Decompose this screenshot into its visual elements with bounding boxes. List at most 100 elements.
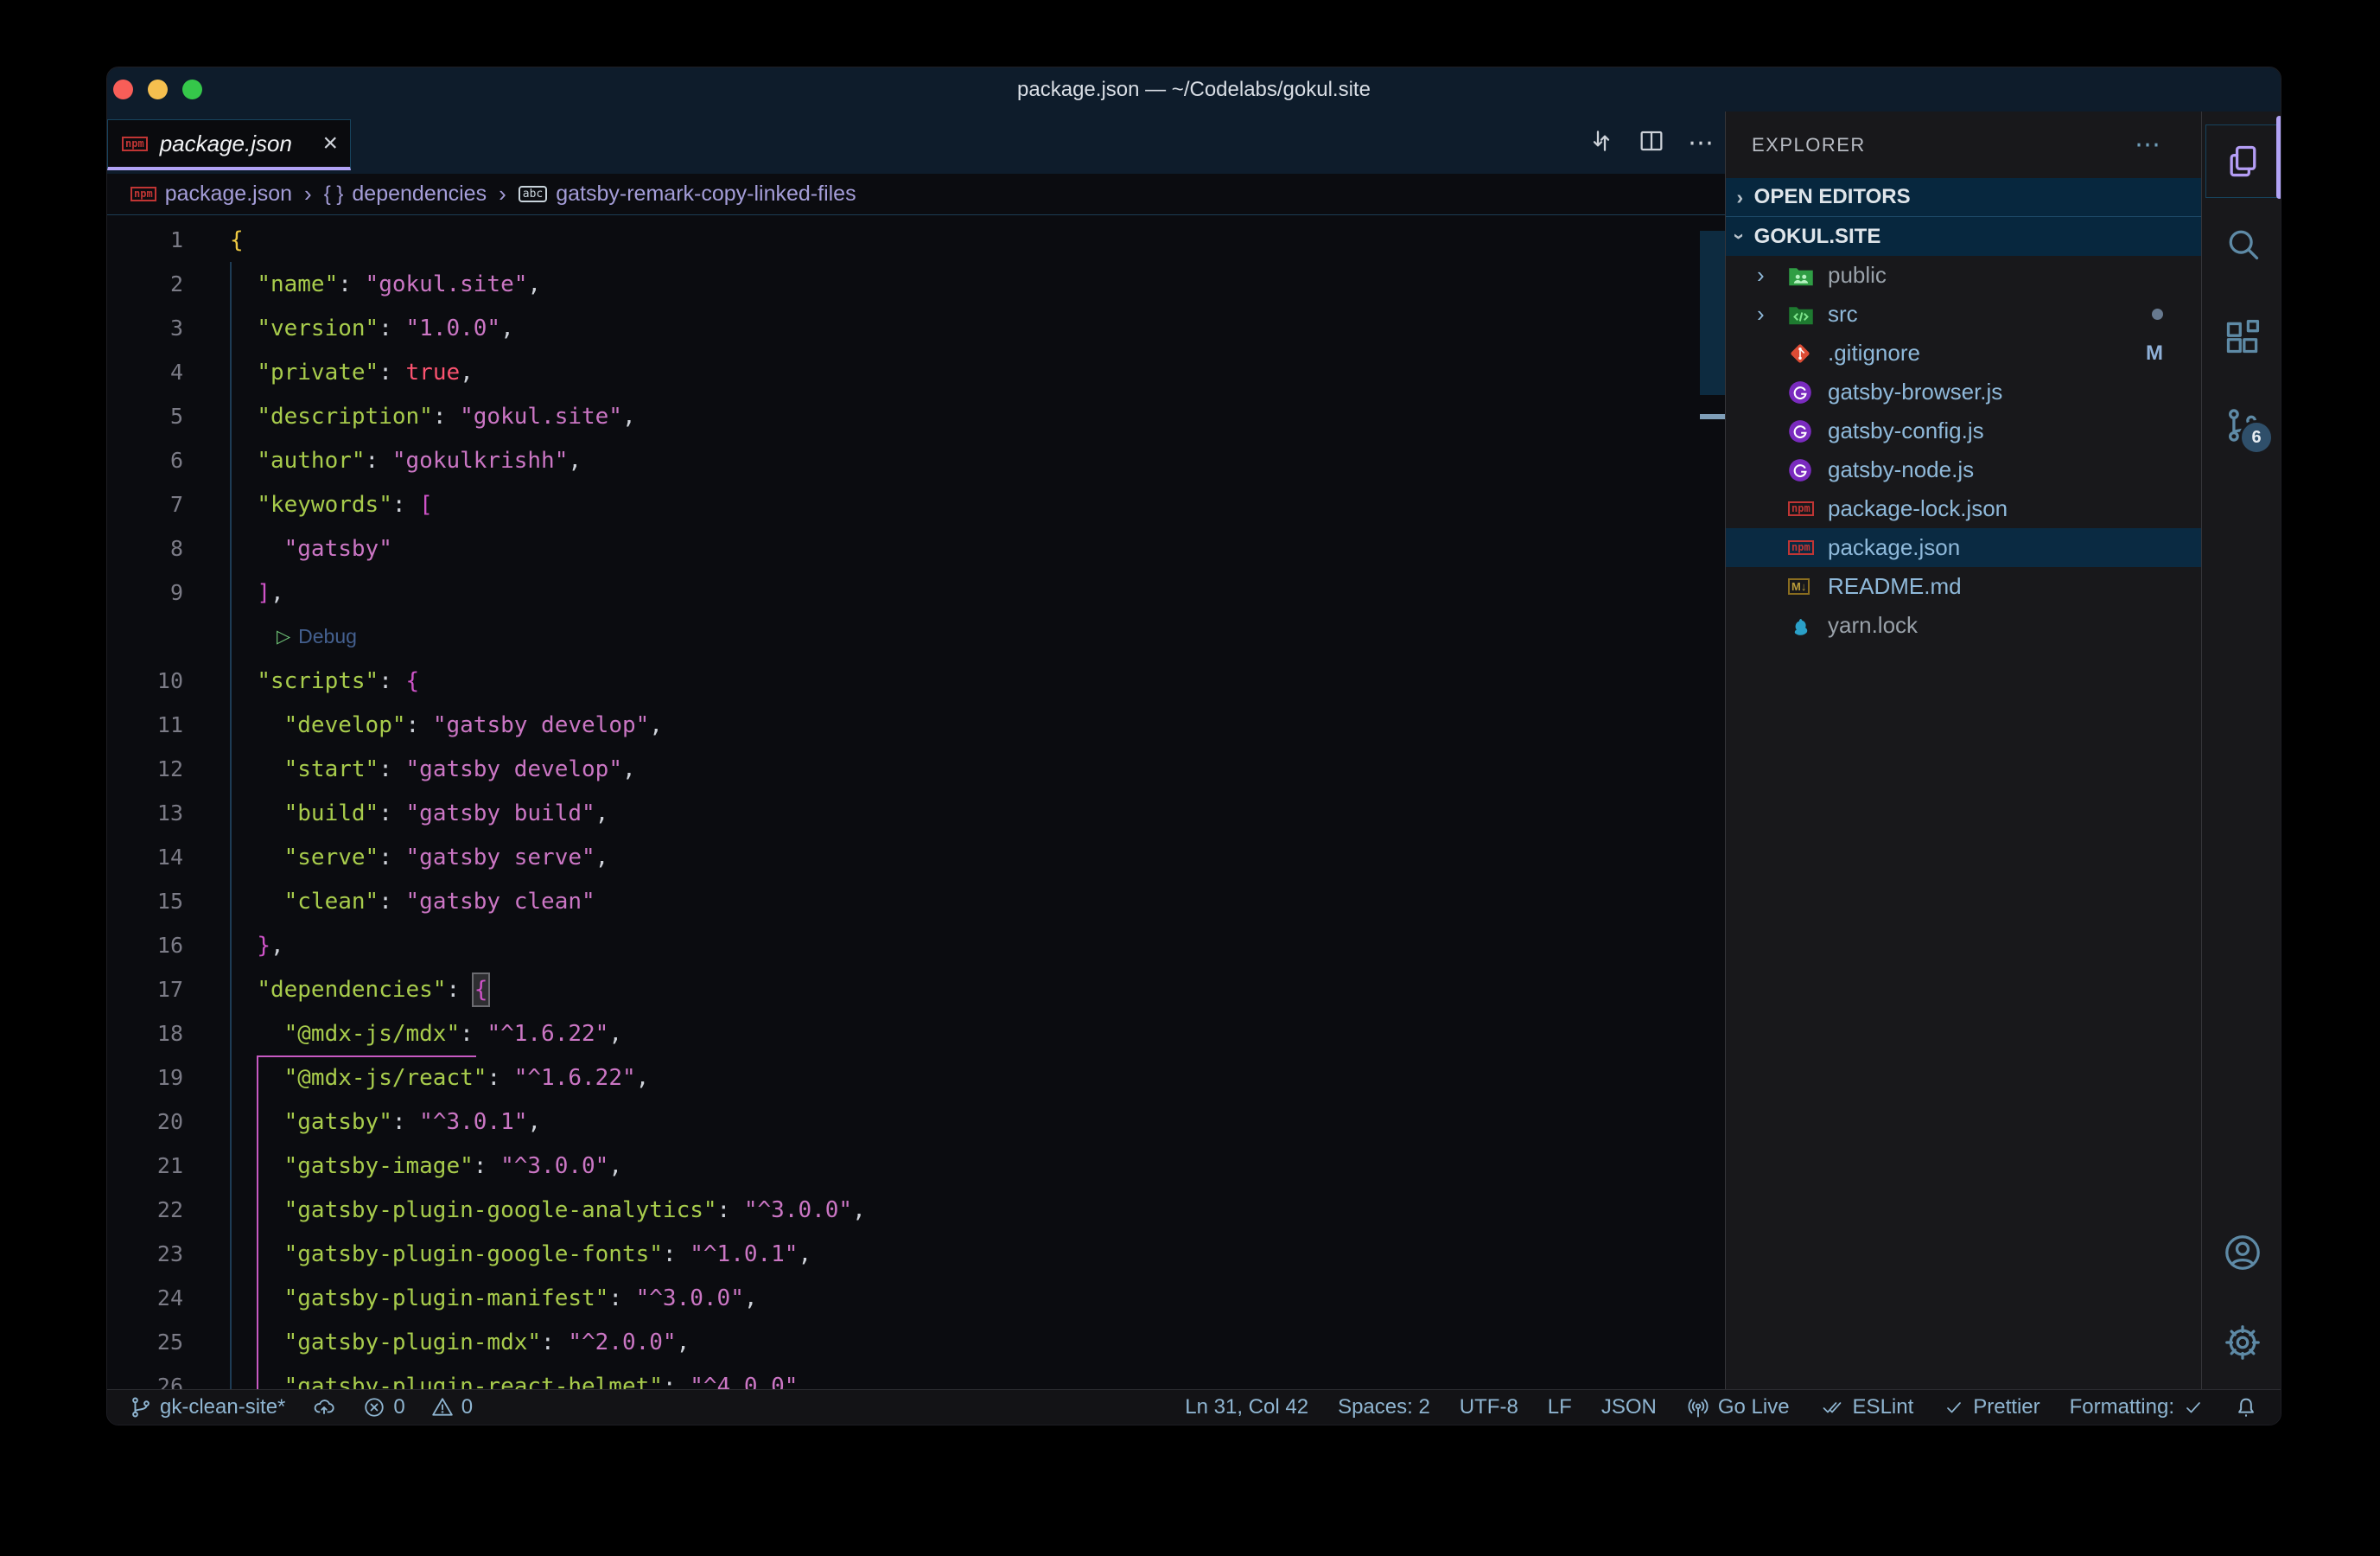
status-label: JSON [1600, 1395, 1657, 1419]
code-line[interactable]: 4 "private": true, [107, 350, 1725, 394]
status-prettier[interactable]: Prettier [1943, 1395, 2040, 1419]
code-line[interactable]: 5 "description": "gokul.site", [107, 394, 1725, 438]
explorer-title: EXPLORER [1752, 133, 1866, 156]
file-row-gatsby-node-js[interactable]: gatsby-node.js [1726, 450, 2201, 489]
activity-account-button[interactable] [2202, 1212, 2281, 1292]
file-row-readme-md[interactable]: M↓ README.md [1726, 567, 2201, 606]
code-line[interactable]: 7 "keywords": [ [107, 482, 1725, 526]
file-row-public[interactable]: › public [1726, 256, 2201, 295]
file-name: .gitignore [1828, 340, 1920, 366]
code-line[interactable]: 22 "gatsby-plugin-google-analytics": "^3… [107, 1188, 1725, 1232]
code-line[interactable]: 16 }, [107, 923, 1725, 967]
code-line[interactable]: 17 "dependencies": { [107, 967, 1725, 1011]
activity-source-control-button[interactable]: 6 [2202, 385, 2281, 465]
code-line[interactable]: 13 "build": "gatsby build", [107, 791, 1725, 835]
status-encoding[interactable]: UTF-8 [1460, 1395, 1518, 1419]
code-text: "gatsby-plugin-react-helmet": "^4.0.0", [283, 1373, 812, 1390]
line-number: 14 [156, 845, 183, 870]
code-line[interactable]: 6 "author": "gokulkrishh", [107, 438, 1725, 482]
folder-src-icon [1788, 303, 1814, 326]
status-errors[interactable]: 0 [363, 1395, 405, 1419]
account-icon [2223, 1233, 2262, 1272]
status-eol[interactable]: LF [1548, 1395, 1572, 1419]
status-language-mode[interactable]: JSON [1601, 1395, 1657, 1419]
file-row-yarn-lock[interactable]: yarn.lock [1726, 606, 2201, 645]
code-line[interactable]: 11 "develop": "gatsby develop", [107, 703, 1725, 747]
status-git-branch[interactable]: gk-clean-site* [130, 1395, 285, 1419]
debug-codelens[interactable]: ▷ Debug [277, 625, 357, 648]
title-bar[interactable]: package.json — ~/Codelabs/gokul.site [107, 67, 2281, 112]
activity-extensions-button[interactable] [2202, 297, 2281, 377]
file-row--gitignore[interactable]: .gitignore M [1726, 334, 2201, 373]
file-row-gatsby-browser-js[interactable]: gatsby-browser.js [1726, 373, 2201, 411]
editor-scrollbar[interactable] [1700, 231, 1725, 395]
line-number: 25 [156, 1330, 183, 1355]
code-line[interactable]: 20 "gatsby": "^3.0.1", [107, 1100, 1725, 1144]
open-changes-button[interactable] [1588, 127, 1615, 159]
breadcrumb-item[interactable]: { } dependencies [324, 182, 487, 207]
line-number: 18 [156, 1021, 183, 1046]
line-number: 16 [156, 933, 183, 958]
code-line[interactable]: 2 "name": "gokul.site", [107, 262, 1725, 306]
source-control-badge: 6 [2239, 420, 2274, 455]
code-text: "private": true, [257, 359, 474, 386]
split-editor-button[interactable] [1638, 127, 1665, 159]
code-line[interactable]: 3 "version": "1.0.0", [107, 306, 1725, 350]
file-row-src[interactable]: › src [1726, 295, 2201, 334]
code-line[interactable]: 15 "clean": "gatsby clean" [107, 879, 1725, 923]
more-actions-button[interactable]: ⋯ [1688, 128, 1716, 158]
code-line[interactable]: 26 "gatsby-plugin-react-helmet": "^4.0.0… [107, 1364, 1725, 1390]
open-editors-section[interactable]: › OPEN EDITORS [1726, 178, 2201, 217]
breadcrumb-item[interactable]: npm package.json [130, 182, 292, 207]
git-icon [1788, 341, 1812, 366]
code-line[interactable]: 24 "gatsby-plugin-manifest": "^3.0.0", [107, 1276, 1725, 1320]
code-text: "name": "gokul.site", [257, 271, 542, 297]
editor-column: npm package.json × ⋯ npm package.json › { }… [107, 112, 1725, 1389]
activity-explorer-button[interactable] [2202, 121, 2281, 201]
explorer-more-actions-icon[interactable]: ⋯ [2135, 130, 2163, 160]
line-number: 2 [169, 271, 183, 297]
close-tab-icon[interactable]: × [322, 131, 338, 156]
code-line[interactable]: 19 "@mdx-js/react": "^1.6.22", [107, 1055, 1725, 1100]
status-notifications[interactable] [2234, 1395, 2258, 1419]
status-cursor-position[interactable]: Ln 31, Col 42 [1185, 1395, 1308, 1419]
line-number: 6 [169, 448, 183, 473]
code-line[interactable]: 14 "serve": "gatsby serve", [107, 835, 1725, 879]
file-row-gatsby-config-js[interactable]: gatsby-config.js [1726, 411, 2201, 450]
breadcrumb-item[interactable]: abc gatsby-remark-copy-linked-files [518, 182, 856, 207]
code-line[interactable]: 1{ [107, 218, 1725, 262]
code-editor[interactable]: 1{2 "name": "gokul.site", 3 "version": "1… [107, 215, 1725, 1389]
line-number: 12 [156, 756, 183, 781]
code-line[interactable]: 10 "scripts": { [107, 659, 1725, 703]
code-line[interactable]: 25 "gatsby-plugin-mdx": "^2.0.0", [107, 1320, 1725, 1364]
root-folder-section[interactable]: › GOKUL.SITE [1726, 217, 2201, 256]
code-lines: 1{2 "name": "gokul.site", 3 "version": "1… [107, 218, 1725, 1390]
braces-icon: { } [323, 182, 344, 206]
npm-icon: npm [122, 137, 148, 151]
status-eslint[interactable]: ESLint [1819, 1395, 1914, 1419]
file-tree: › public › src .gitignore Mgatsby-browser.js g… [1726, 256, 2201, 645]
code-line[interactable]: 8 "gatsby" [107, 526, 1725, 571]
code-line[interactable]: 9 ], [107, 571, 1725, 615]
code-line[interactable]: 18 "@mdx-js/mdx": "^1.6.22", [107, 1011, 1725, 1055]
status-publish[interactable] [311, 1396, 337, 1419]
code-line[interactable]: 23 "gatsby-plugin-google-fonts": "^1.0.1… [107, 1232, 1725, 1276]
code-line[interactable]: 12 "start": "gatsby develop", [107, 747, 1725, 791]
code-line[interactable]: 21 "gatsby-image": "^3.0.0", [107, 1144, 1725, 1188]
status-warnings[interactable]: 0 [431, 1395, 473, 1419]
status-indentation[interactable]: Spaces: 2 [1338, 1395, 1430, 1419]
activity-search-button[interactable] [2202, 203, 2281, 284]
npm-icon: npm [1788, 501, 1814, 516]
breadcrumb[interactable]: npm package.json › { } dependencies › abc gatsb… [107, 174, 1725, 215]
status-go-live[interactable]: Go Live [1686, 1395, 1790, 1419]
line-number: 20 [156, 1109, 183, 1134]
file-row-package-lock-json[interactable]: npm package-lock.json [1726, 489, 2201, 528]
code-text: "gatsby-plugin-manifest": "^3.0.0", [283, 1285, 758, 1311]
tab-package-json[interactable]: npm package.json × [107, 119, 351, 170]
activity-settings-button[interactable] [2202, 1302, 2281, 1382]
bell-icon [2234, 1395, 2258, 1419]
status-label: ESLint [1852, 1395, 1914, 1419]
line-number: 24 [156, 1285, 183, 1310]
status-formatting[interactable]: Formatting: [2070, 1395, 2205, 1419]
file-row-package-json[interactable]: npm package.json [1726, 528, 2201, 567]
